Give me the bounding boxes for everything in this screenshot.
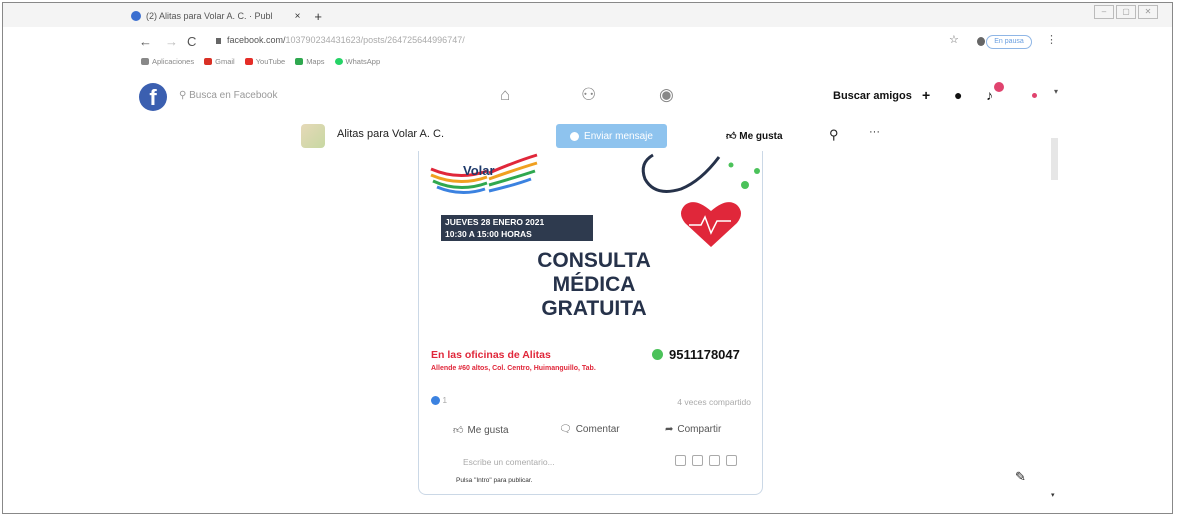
url-host: facebook.com/ — [227, 35, 286, 45]
minimize-icon[interactable]: – — [1094, 5, 1114, 19]
send-message-button[interactable]: Enviar mensaje — [556, 124, 667, 148]
flyer-date-box: JUEVES 28 ENERO 2021 10:30 A 15:00 HORAS — [441, 215, 593, 241]
tab-title: (2) Alitas para Volar A. C. · Publ — [146, 11, 273, 21]
page-search-icon[interactable]: ⚲ — [829, 127, 839, 143]
whatsapp-icon — [652, 349, 663, 360]
comment-input[interactable]: Escribe un comentario... — [463, 457, 555, 467]
notification-badge — [994, 82, 1004, 92]
messenger-icon[interactable]: ● — [954, 87, 962, 103]
tab-bar: (2) Alitas para Volar A. C. · Publ × + –… — [3, 3, 1172, 27]
new-tab-icon[interactable]: + — [314, 9, 322, 24]
page-avatar[interactable] — [301, 124, 325, 148]
notifications-bell-icon[interactable]: ♪ — [986, 87, 993, 103]
share-button[interactable]: ➦ Compartir — [665, 424, 721, 435]
friends-icon[interactable]: ⚇ — [581, 85, 596, 105]
collapse-caret-icon[interactable]: ▾ — [1051, 491, 1055, 499]
url-field[interactable]: facebook.com/103790234431623/posts/26472… — [216, 35, 465, 45]
profile-avatar-icon[interactable] — [977, 37, 985, 46]
flyer-headline-line1: CONSULTA — [537, 249, 651, 272]
apps-grid-icon — [141, 58, 149, 65]
account-menu-icon[interactable]: ▾ — [1054, 87, 1058, 96]
thumbs-up-icon: 👍︎ — [453, 425, 464, 436]
browser-menu-icon[interactable]: ⋮ — [1046, 33, 1057, 46]
comment-hint: Pulsa "Intro" para publicar. — [456, 477, 533, 484]
comment-composer: Escribe un comentario... — [419, 455, 762, 471]
facebook-navbar: f ⚲ Busca en Facebook ⌂ ⚇ ◉ Buscar amigo… — [3, 81, 1172, 117]
flyer-time: 10:30 A 15:00 HORAS — [445, 229, 532, 239]
whatsapp-icon — [334, 58, 343, 65]
flyer-logo-text: Volar — [463, 163, 495, 178]
post-image-flyer[interactable]: Volar JUEVES 28 ENERO 2021 10:30 A 15:00… — [419, 151, 762, 389]
home-icon[interactable]: ⌂ — [500, 85, 510, 105]
reload-icon[interactable]: C — [187, 31, 196, 53]
profile-status[interactable]: En pausa — [986, 35, 1032, 49]
share-count[interactable]: 4 veces compartido — [677, 397, 751, 407]
back-arrow-icon[interactable]: ← — [139, 31, 152, 53]
more-options-icon[interactable]: ··· — [869, 126, 880, 138]
facebook-search-input[interactable]: ⚲ Busca en Facebook — [179, 90, 278, 101]
page-header: Alitas para Volar A. C. Enviar mensaje 👍… — [3, 121, 1172, 151]
browser-tab[interactable]: (2) Alitas para Volar A. C. · Publ × + — [131, 6, 322, 26]
bookmark-gmail[interactable]: Gmail — [204, 57, 235, 66]
gif-icon[interactable] — [709, 455, 720, 466]
scrollbar-thumb[interactable] — [1051, 138, 1058, 180]
heart-icon — [681, 202, 741, 247]
tab-close-icon[interactable]: × — [295, 11, 301, 22]
flyer-date: JUEVES 28 ENERO 2021 — [445, 217, 545, 227]
facebook-favicon-icon — [131, 11, 141, 21]
browser-window: (2) Alitas para Volar A. C. · Publ × + –… — [2, 2, 1173, 514]
post-stats: 1 4 veces compartido — [431, 395, 751, 409]
find-friends-link[interactable]: Buscar amigos — [833, 90, 912, 102]
forward-arrow-icon[interactable]: → — [165, 31, 178, 53]
stethoscope-icon — [641, 153, 760, 193]
like-page-button[interactable]: 👍︎ Me gusta — [726, 130, 783, 142]
bookmark-youtube[interactable]: YouTube — [244, 57, 285, 66]
camera-icon[interactable] — [692, 455, 703, 466]
flyer-office-text: En las oficinas de Alitas — [431, 349, 551, 361]
like-post-button[interactable]: 👍︎ Me gusta — [453, 424, 509, 437]
thumbs-up-icon: 👍︎ — [726, 131, 740, 142]
account-status-dot — [1032, 93, 1037, 98]
bookmark-apps[interactable]: Aplicaciones — [141, 57, 194, 66]
flyer-headline: CONSULTA MÉDICA GRATUITA — [514, 249, 674, 321]
page-name[interactable]: Alitas para Volar A. C. — [337, 128, 444, 140]
bookmarks-bar: Aplicaciones Gmail YouTube Maps WhatsApp — [141, 57, 380, 66]
maps-pin-icon — [295, 58, 304, 65]
facebook-logo-icon[interactable]: f — [139, 83, 167, 111]
flyer-address: Allende #60 altos, Col. Centro, Huimangu… — [431, 365, 596, 372]
maximize-icon[interactable]: ▢ — [1116, 5, 1136, 19]
new-message-edit-icon[interactable]: ✎ — [1015, 469, 1026, 485]
window-controls: – ▢ ✕ — [1094, 5, 1158, 19]
messenger-icon — [570, 131, 580, 141]
bookmark-star-icon[interactable]: ☆ — [949, 33, 959, 46]
address-bar: ← → C facebook.com/103790234431623/posts… — [3, 31, 1172, 53]
post-card: Volar JUEVES 28 ENERO 2021 10:30 A 15:00… — [418, 151, 763, 495]
create-plus-icon[interactable]: + — [922, 87, 930, 103]
sticker-icon[interactable] — [726, 455, 737, 466]
share-arrow-icon: ➦ — [665, 424, 674, 435]
gmail-icon — [204, 58, 213, 65]
lock-icon — [216, 37, 221, 44]
reaction-count[interactable]: 1 — [442, 395, 447, 405]
flyer-headline-line2: MÉDICA — [552, 273, 636, 296]
youtube-icon — [244, 58, 253, 65]
comment-button[interactable]: 🗨︎ Comentar — [559, 424, 620, 435]
comment-bubble-icon: 🗨︎ — [559, 424, 572, 435]
comment-tools — [675, 455, 737, 466]
emoji-icon[interactable] — [675, 455, 686, 466]
flyer-phone: 9511178047 — [652, 347, 740, 362]
flyer-headline-line3: GRATUITA — [541, 297, 647, 320]
post-actions: 👍︎ Me gusta 🗨︎ Comentar ➦ Compartir — [419, 421, 762, 443]
groups-icon[interactable]: ◉ — [659, 85, 674, 105]
search-icon: ⚲ — [179, 90, 190, 101]
bookmark-maps[interactable]: Maps — [295, 57, 325, 66]
url-path: 103790234431623/posts/264725644996747/ — [285, 35, 465, 45]
like-reaction-icon[interactable] — [431, 396, 440, 406]
bookmark-whatsapp[interactable]: WhatsApp — [334, 57, 380, 66]
close-window-icon[interactable]: ✕ — [1138, 5, 1158, 19]
